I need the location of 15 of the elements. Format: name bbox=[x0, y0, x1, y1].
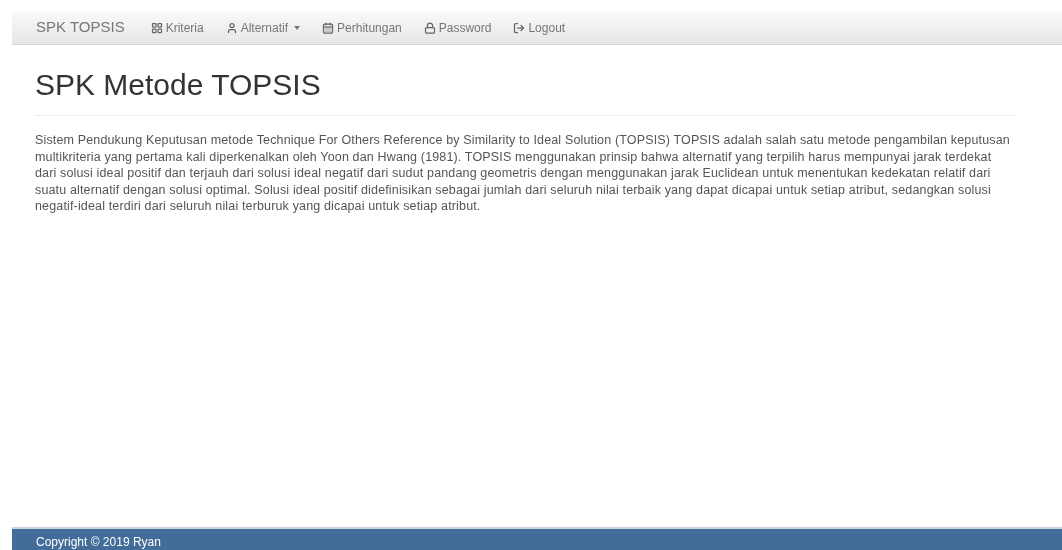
caret-icon bbox=[294, 25, 301, 30]
nav-link[interactable]: Logout bbox=[513, 18, 566, 37]
page-title: SPK Metode TOPSIS bbox=[35, 62, 1015, 116]
description-paragraph: Sistem Pendukung Keputusan metode Technique For Others Reference by Similarity to Ideal Solution (TOPSIS) TOPSIS adalah salah satu metode pengambilan keputusan multikriteria yang pertama kali diperkenalkan oleh Yoon dan Hwang (1981). TOPSIS menggunakan prinsip bahwa alternatif yang terpilih harus mempunyai jarak terdekat dari solusi ideal positif dan terjauh dari solusi ideal negatif dari sudut pandang geometris dengan menggunakan jarak Euclidean untuk menentukan kedekatan relatif dari suatu alternatif dengan solusi optimal. Solusi ideal positif didefinisikan sebagai jumlah dari seluruh nilai terbaik yang dapat dicapai untuk setiap atribut, sedangkan solusi negatif-ideal terdiri dari seluruh nilai terburuk yang dicapai untuk setiap atribut. bbox=[35, 132, 1011, 215]
brand-link[interactable]: SPK TOPSIS bbox=[36, 16, 125, 39]
dropdown-toggle[interactable]: Alternatif bbox=[225, 18, 301, 37]
nav-link[interactable]: Kriteria bbox=[150, 18, 204, 37]
calendar-icon bbox=[322, 21, 335, 34]
nav-link[interactable]: Perhitungan bbox=[322, 18, 402, 37]
logout-icon bbox=[513, 21, 526, 34]
user-icon bbox=[225, 21, 238, 34]
copyright-text: Copyright © 2019 Ryan bbox=[36, 534, 161, 550]
grid-icon bbox=[150, 21, 163, 34]
lock-icon bbox=[423, 21, 436, 34]
nav-link[interactable]: Password bbox=[423, 18, 492, 37]
